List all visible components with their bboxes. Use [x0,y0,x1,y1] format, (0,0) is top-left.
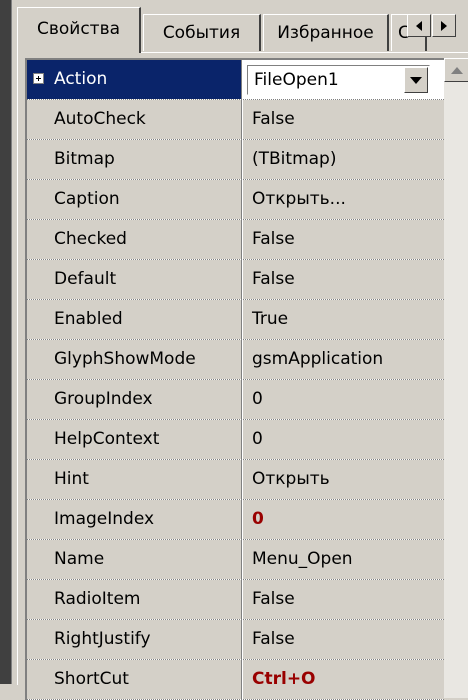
property-value[interactable]: Открыть [243,460,444,499]
property-name: Name [27,540,242,579]
tab-properties[interactable]: Свойства [17,7,141,53]
property-row[interactable]: RightJustify False [27,620,444,660]
object-inspector-panel: Action FileOpen1 AutoCheck False Bitmap (TB… [17,52,468,700]
property-name: Action [27,60,242,99]
vertical-scrollbar[interactable] [444,58,468,698]
property-name: Checked [27,220,242,259]
triangle-left-icon [416,20,422,31]
property-row[interactable]: Checked False [27,220,444,260]
property-value[interactable]: gsmApplication [243,340,444,379]
property-row[interactable]: ShortCut Ctrl+O [27,660,444,700]
property-name: RadioItem [27,580,242,619]
action-combo-box[interactable]: FileOpen1 [247,65,430,95]
property-name: AutoCheck [27,100,242,139]
tab-bar: Свойства События Избранное С [17,0,468,53]
property-value[interactable]: (TBitmap) [243,140,444,179]
property-name: GroupIndex [27,380,242,419]
property-name: ImageIndex [27,500,242,539]
property-name: Default [27,260,242,299]
triangle-up-icon [450,66,463,74]
property-value[interactable]: False [243,100,444,139]
property-value[interactable]: False [243,220,444,259]
property-value-editor: FileOpen1 [243,60,444,99]
combo-value: FileOpen1 [254,70,339,90]
property-name: ShortCut [27,660,242,699]
property-row-selected[interactable]: Action FileOpen1 [27,60,444,100]
property-value[interactable]: 0 [243,420,444,459]
property-value[interactable]: Ctrl+O [243,660,444,699]
property-name: GlyphShowMode [27,340,242,379]
property-row[interactable]: AutoCheck False [27,100,444,140]
plus-box-icon[interactable] [33,73,44,84]
property-row[interactable]: ImageIndex 0 [27,500,444,540]
property-value[interactable]: False [243,260,444,299]
property-row[interactable]: Name Menu_Open [27,540,444,580]
property-value[interactable]: 0 [243,380,444,419]
property-row[interactable]: GlyphShowMode gsmApplication [27,340,444,380]
property-row[interactable]: RadioItem False [27,580,444,620]
triangle-right-icon [441,20,447,31]
tab-scroll-left-button[interactable] [407,14,431,37]
property-value[interactable]: Menu_Open [243,540,444,579]
property-name: RightJustify [27,620,242,659]
scroll-up-button[interactable] [444,58,468,82]
property-value[interactable]: True [243,300,444,339]
property-name: Caption [27,180,242,219]
property-row[interactable]: Caption Открыть... [27,180,444,220]
property-grid: Action FileOpen1 AutoCheck False Bitmap (TB… [25,58,444,700]
property-row[interactable]: GroupIndex 0 [27,380,444,420]
tab-favorites[interactable]: Избранное [263,14,389,51]
chevron-down-icon [410,76,422,84]
property-row[interactable]: Hint Открыть [27,460,444,500]
property-row[interactable]: Enabled True [27,300,444,340]
property-row[interactable]: Default False [27,260,444,300]
combo-dropdown-button[interactable] [404,67,428,93]
property-value[interactable]: False [243,620,444,659]
property-name: Enabled [27,300,242,339]
tab-scroll-right-button[interactable] [432,14,456,37]
tab-events[interactable]: События [143,14,261,51]
property-value[interactable]: Открыть... [243,180,444,219]
property-row[interactable]: Bitmap (TBitmap) [27,140,444,180]
property-name: HelpContext [27,420,242,459]
property-value[interactable]: False [243,580,444,619]
left-edge-strip [0,0,12,684]
property-name: Hint [27,460,242,499]
property-value[interactable]: 0 [243,500,444,539]
property-name: Bitmap [27,140,242,179]
property-row[interactable]: HelpContext 0 [27,420,444,460]
